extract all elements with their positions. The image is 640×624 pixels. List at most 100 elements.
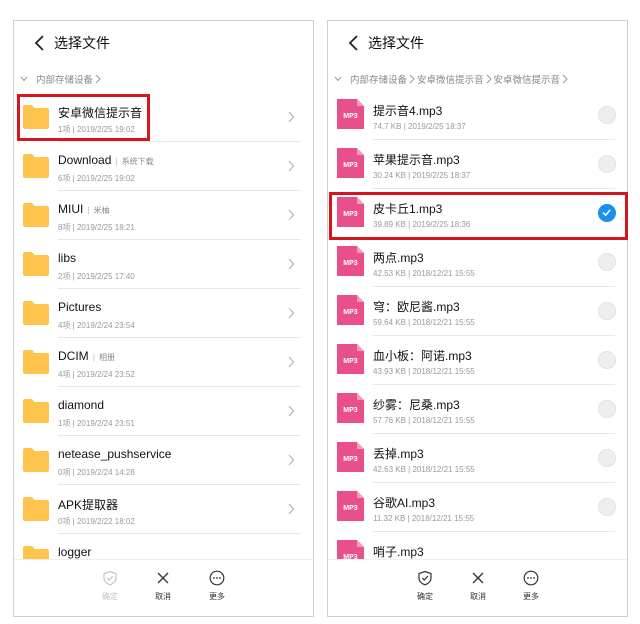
chevron-right-icon	[288, 160, 295, 172]
mp3-file-icon: MP3	[337, 442, 364, 472]
close-icon	[157, 572, 169, 584]
file-row[interactable]: MP3 谷歌AI.mp3 11.32 KB | 2018/12/21 15:55	[328, 483, 627, 532]
checkbox[interactable]	[598, 400, 616, 418]
folder-name: MIUI | 米柚	[58, 202, 110, 216]
folder-name: Download | 系统下载	[58, 153, 154, 167]
mp3-badge-text: MP3	[343, 162, 358, 169]
more-icon	[209, 570, 225, 586]
mp3-file-icon: MP3	[337, 491, 364, 521]
file-row[interactable]: MP3 穹：欧尼酱.mp3 59.64 KB | 2018/12/21 15:55	[328, 287, 627, 336]
highlight-box-file	[329, 192, 628, 240]
back-arrow-icon[interactable]	[346, 34, 362, 52]
more-icon	[523, 570, 539, 586]
file-row[interactable]: MP3 丢掉.mp3 42.63 KB | 2018/12/21 15:55	[328, 434, 627, 483]
folder-name: netease_pushservice	[58, 447, 171, 461]
cancel-label: 取消	[155, 592, 171, 601]
file-meta: 74.7 KB | 2019/2/25 18:37	[373, 122, 466, 131]
shield-check-icon	[418, 570, 432, 586]
folder-icon	[23, 448, 49, 472]
folder-meta: 4项 | 2019/2/24 23:54	[58, 321, 135, 330]
confirm-button[interactable]: 确定	[90, 570, 130, 602]
tag-separator: |	[113, 157, 118, 166]
checkbox[interactable]	[598, 106, 616, 124]
file-name: 苹果提示音.mp3	[373, 153, 460, 167]
breadcrumb-item[interactable]: 安卓微信提示音	[417, 72, 484, 86]
folder-list: 安卓微信提示音 1项 | 2019/2/25 19:02 Download | 系统下…	[14, 93, 313, 583]
file-row[interactable]: MP3 纱雾：尼桑.mp3 57.76 KB | 2018/12/21 15:55	[328, 385, 627, 434]
title-bar: 选择文件	[14, 21, 313, 65]
mp3-file-icon: MP3	[337, 246, 364, 276]
file-meta: 30.24 KB | 2019/2/25 18:37	[373, 171, 471, 180]
checkbox[interactable]	[598, 351, 616, 369]
folder-row[interactable]: MIUI | 米柚 8项 | 2019/2/25 18:21	[14, 191, 313, 240]
shield-check-icon	[103, 570, 117, 586]
checkbox[interactable]	[598, 302, 616, 320]
back-arrow-icon[interactable]	[32, 34, 48, 52]
cancel-button[interactable]: 取消	[143, 570, 183, 602]
folder-meta: 0项 | 2019/2/24 14:28	[58, 468, 135, 477]
mp3-badge-text: MP3	[343, 309, 358, 316]
mp3-badge-text: MP3	[343, 358, 358, 365]
confirm-label: 确定	[417, 592, 433, 601]
breadcrumb-item[interactable]: 内部存储设备	[36, 72, 93, 86]
folder-row[interactable]: Pictures 4项 | 2019/2/24 23:54	[14, 289, 313, 338]
folder-name: Pictures	[58, 300, 101, 314]
file-row[interactable]: MP3 两点.mp3 42.53 KB | 2018/12/21 15:55	[328, 238, 627, 287]
folder-name: diamond	[58, 398, 104, 412]
chevron-right-icon	[288, 307, 295, 319]
folder-name: DCIM | 相册	[58, 349, 115, 363]
file-name: 穹：欧尼酱.mp3	[373, 300, 460, 314]
file-meta: 59.64 KB | 2018/12/21 15:55	[373, 318, 475, 327]
bottom-toolbar: 确定 取消 更多	[328, 559, 627, 616]
folder-row[interactable]: Download | 系统下载 6项 | 2019/2/25 19:02	[14, 142, 313, 191]
folder-icon	[23, 350, 49, 374]
chevron-right-icon	[95, 74, 101, 84]
more-button[interactable]: 更多	[511, 570, 551, 602]
checkbox[interactable]	[598, 253, 616, 271]
more-button[interactable]: 更多	[197, 570, 237, 602]
folder-name: libs	[58, 251, 76, 265]
folder-row[interactable]: libs 2项 | 2019/2/25 17:40	[14, 240, 313, 289]
mp3-file-icon: MP3	[337, 148, 364, 178]
file-row[interactable]: MP3 苹果提示音.mp3 30.24 KB | 2019/2/25 18:37	[328, 140, 627, 189]
page-title: 选择文件	[54, 35, 110, 51]
chevron-right-icon	[288, 405, 295, 417]
folder-row[interactable]: DCIM | 相册 4项 | 2019/2/24 23:52	[14, 338, 313, 387]
file-row[interactable]: MP3 血小板：阿诺.mp3 43.93 KB | 2018/12/21 15:55	[328, 336, 627, 385]
folder-tag: 相册	[98, 353, 115, 362]
folder-icon	[23, 252, 49, 276]
folder-row[interactable]: netease_pushservice 0项 | 2019/2/24 14:28	[14, 436, 313, 485]
file-list: MP3 提示音4.mp3 74.7 KB | 2019/2/25 18:37 MP3 苹…	[328, 91, 627, 581]
folder-row[interactable]: diamond 1项 | 2019/2/24 23:51	[14, 387, 313, 436]
cancel-button[interactable]: 取消	[458, 570, 498, 602]
breadcrumb-item[interactable]: 内部存储设备	[350, 72, 407, 86]
file-name: 丢掉.mp3	[373, 447, 424, 461]
folder-meta: 2项 | 2019/2/25 17:40	[58, 272, 135, 281]
folder-icon	[23, 154, 49, 178]
folder-meta: 1项 | 2019/2/24 23:51	[58, 419, 135, 428]
breadcrumb: 内部存储设备 安卓微信提示音 安卓微信提示音	[328, 67, 627, 91]
file-meta: 42.53 KB | 2018/12/21 15:55	[373, 269, 475, 278]
confirm-button[interactable]: 确定	[405, 570, 445, 602]
breadcrumb-item[interactable]: 安卓微信提示音	[494, 72, 561, 86]
chevron-down-icon[interactable]	[334, 75, 342, 83]
checkbox[interactable]	[598, 155, 616, 173]
folder-meta: 8项 | 2019/2/25 18:21	[58, 223, 135, 232]
chevron-right-icon	[562, 74, 568, 84]
folder-name-text: Download	[58, 153, 112, 167]
folder-row[interactable]: APK提取器 0项 | 2019/2/22 18:02	[14, 485, 313, 534]
mp3-badge-text: MP3	[343, 456, 358, 463]
chevron-down-icon[interactable]	[20, 75, 28, 83]
more-label: 更多	[523, 592, 539, 601]
folder-name-text: diamond	[58, 398, 105, 412]
folder-meta: 0项 | 2019/2/22 18:02	[58, 517, 135, 526]
folder-tag: 系统下载	[121, 157, 154, 166]
checkbox[interactable]	[598, 449, 616, 467]
breadcrumb: 内部存储设备	[14, 67, 313, 91]
file-name: 哨子.mp3	[373, 545, 424, 559]
file-row[interactable]: MP3 提示音4.mp3 74.7 KB | 2019/2/25 18:37	[328, 91, 627, 140]
folder-name-text: APK提取器	[58, 498, 119, 512]
file-name: 纱雾：尼桑.mp3	[373, 398, 460, 412]
file-meta: 57.76 KB | 2018/12/21 15:55	[373, 416, 475, 425]
checkbox[interactable]	[598, 498, 616, 516]
